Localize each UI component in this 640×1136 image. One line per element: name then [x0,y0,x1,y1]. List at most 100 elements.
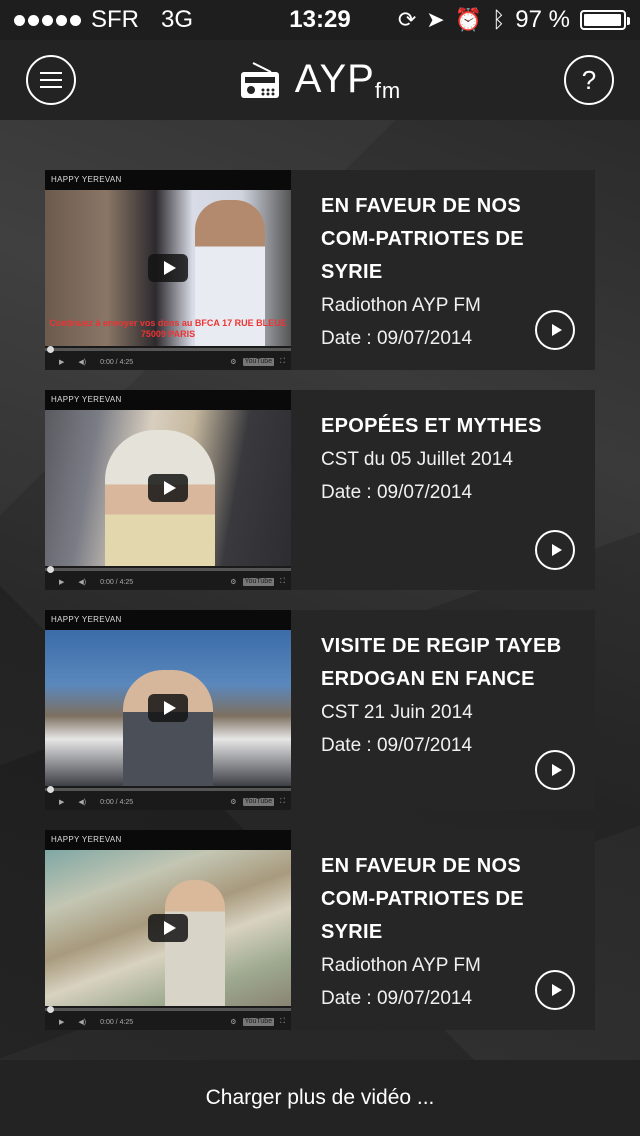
status-right: ⟳ ➤ ⏰ ᛒ 97 % [397,6,630,34]
channel-label: HAPPY YEREVAN [45,610,291,630]
thumbnail-image [45,850,291,1006]
play-circle-button[interactable] [535,970,575,1010]
video-thumbnail[interactable]: HAPPY YEREVAN ▶ ◀) 0:00 / 4:25 ⚙ YouTube… [45,830,291,1030]
carrier-name: SFR [91,6,139,33]
video-info: EPOPÉES ET MYTHES CST du 05 Juillet 2014… [291,390,595,590]
mini-play-icon[interactable]: ▶ [59,1018,64,1026]
youtube-play-icon[interactable] [148,474,188,502]
video-card[interactable]: HAPPY YEREVAN ▶ ◀) 0:00 / 4:25 ⚙ YouTube… [45,830,595,1030]
status-bar: SFR 3G 13:29 ⟳ ➤ ⏰ ᛒ 97 % [0,0,640,40]
network-type: 3G [161,6,194,33]
fullscreen-icon[interactable]: ⛶ [280,358,285,366]
youtube-play-icon[interactable] [148,694,188,722]
signal-strength-icon [14,14,81,26]
video-thumbnail[interactable]: HAPPY YEREVAN Continuez à envoyer vos do… [45,170,291,370]
progress-track[interactable] [45,1008,291,1011]
youtube-play-icon[interactable] [148,254,188,282]
player-right: ⚙ YouTube ⛶ [230,578,285,586]
video-subtitle: Radiothon AYP FM [321,295,481,316]
mini-play-icon[interactable]: ▶ [59,358,64,366]
help-question-icon: ? [581,64,597,95]
logo-text: AYPfm [295,57,402,104]
thumbnail-image: Continuez à envoyer vos dons au BFCA 17 … [45,190,291,346]
player-right: ⚙ YouTube ⛶ [230,1018,285,1026]
volume-icon[interactable]: ◀) [78,1018,86,1026]
volume-icon[interactable]: ◀) [78,578,86,586]
time-readout: 0:00 / 4:25 [100,1018,134,1026]
play-circle-button[interactable] [535,310,575,350]
volume-icon[interactable]: ◀) [78,798,86,806]
logo-sub: fm [374,77,402,103]
player-buttons: ▶ ◀) 0:00 / 4:25 [59,798,133,807]
location-arrow-icon: ➤ [426,7,445,32]
load-more-button[interactable]: Charger plus de vidéo ... [0,1060,640,1136]
progress-handle[interactable] [47,786,54,793]
video-list: HAPPY YEREVAN Continuez à envoyer vos do… [45,170,595,1050]
progress-track[interactable] [45,568,291,571]
channel-label: HAPPY YEREVAN [45,390,291,410]
youtube-badge[interactable]: YouTube [242,1018,275,1026]
video-card[interactable]: HAPPY YEREVAN ▶ ◀) 0:00 / 4:25 ⚙ YouTube… [45,610,595,810]
channel-label: HAPPY YEREVAN [45,830,291,850]
youtube-badge[interactable]: YouTube [242,798,275,806]
youtube-play-icon[interactable] [148,914,188,942]
nav-bar: AYPfm ? [0,40,640,120]
menu-button[interactable] [26,55,76,105]
player-right: ⚙ YouTube ⛶ [230,798,285,806]
fullscreen-icon[interactable]: ⛶ [280,798,285,806]
progress-handle[interactable] [47,346,54,353]
hamburger-menu-icon [40,72,62,88]
radio-icon [240,62,279,98]
player-controls: ▶ ◀) 0:00 / 4:25 ⚙ YouTube ⛶ [45,566,291,590]
status-left: SFR 3G [14,6,193,34]
settings-icon[interactable]: ⚙ [230,358,236,366]
battery-icon [580,10,630,30]
settings-icon[interactable]: ⚙ [230,798,236,806]
help-button[interactable]: ? [564,55,614,105]
video-info: EN FAVEUR DE NOS COM-PATRIOTES DE SYRIE … [291,170,595,370]
video-thumbnail[interactable]: HAPPY YEREVAN ▶ ◀) 0:00 / 4:25 ⚙ YouTube… [45,610,291,810]
mini-play-icon[interactable]: ▶ [59,798,64,806]
settings-icon[interactable]: ⚙ [230,1018,236,1026]
alarm-icon: ⏰ [454,7,483,32]
volume-icon[interactable]: ◀) [78,358,86,366]
player-buttons: ▶ ◀) 0:00 / 4:25 [59,578,133,587]
fullscreen-icon[interactable]: ⛶ [280,1018,285,1026]
progress-handle[interactable] [47,566,54,573]
thumbnail-image [45,410,291,566]
video-card[interactable]: HAPPY YEREVAN ▶ ◀) 0:00 / 4:25 ⚙ YouTube… [45,390,595,590]
video-title: EN FAVEUR DE NOS COM-PATRIOTES DE SYRIE [321,855,524,943]
video-subtitle: Radiothon AYP FM [321,955,481,976]
player-buttons: ▶ ◀) 0:00 / 4:25 [59,1018,134,1027]
progress-track[interactable] [45,788,291,791]
video-title: EN FAVEUR DE NOS COM-PATRIOTES DE SYRIE [321,195,524,283]
video-subtitle: CST 21 Juin 2014 [321,702,473,723]
video-subtitle: CST du 05 Juillet 2014 [321,449,513,470]
video-info: VISITE DE REGIP TAYEB ERDOGAN EN FANCE C… [291,610,595,810]
video-title: VISITE DE REGIP TAYEB ERDOGAN EN FANCE [321,635,562,690]
fullscreen-icon[interactable]: ⛶ [280,578,285,586]
video-card[interactable]: HAPPY YEREVAN Continuez à envoyer vos do… [45,170,595,370]
player-controls: ▶ ◀) 0:00 / 4:25 ⚙ YouTube ⛶ [45,346,291,370]
battery-percent: 97 % [515,6,570,33]
lock-rotation-icon: ⟳ [397,7,417,32]
settings-icon[interactable]: ⚙ [230,578,236,586]
progress-track[interactable] [45,348,291,351]
youtube-badge[interactable]: YouTube [242,578,275,586]
progress-handle[interactable] [47,1006,54,1013]
mini-play-icon[interactable]: ▶ [59,578,64,586]
time-readout: 0:00 / 4:25 [100,358,134,366]
player-controls: ▶ ◀) 0:00 / 4:25 ⚙ YouTube ⛶ [45,1006,291,1030]
bluetooth-icon: ᛒ [492,7,506,32]
play-circle-button[interactable] [535,530,575,570]
app-logo: AYPfm [239,57,402,104]
player-right: ⚙ YouTube ⛶ [230,358,285,366]
video-thumbnail[interactable]: HAPPY YEREVAN ▶ ◀) 0:00 / 4:25 ⚙ YouTube… [45,390,291,590]
person-figure [123,670,213,786]
player-controls: ▶ ◀) 0:00 / 4:25 ⚙ YouTube ⛶ [45,786,291,810]
play-circle-button[interactable] [535,750,575,790]
person-figure [165,880,225,1006]
video-date: Date : 09/07/2014 [321,735,473,756]
youtube-badge[interactable]: YouTube [242,358,275,366]
load-more-label: Charger plus de vidéo ... [205,1086,435,1109]
